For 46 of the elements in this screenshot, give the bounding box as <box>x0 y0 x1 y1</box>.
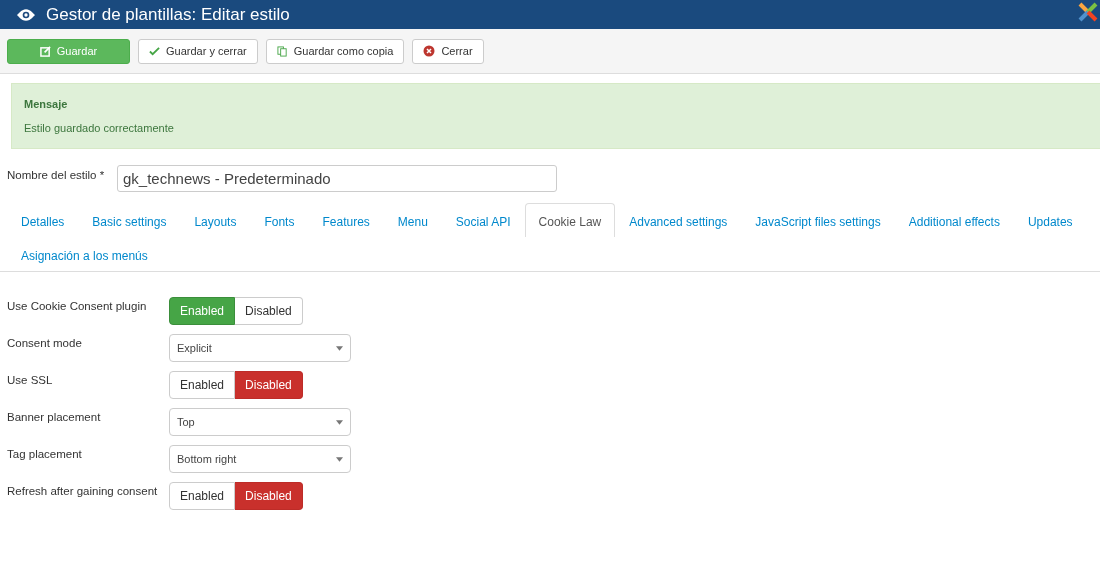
logo-icon <box>1076 0 1100 24</box>
field-label: Refresh after gaining consent <box>7 484 159 497</box>
field-label: Use Cookie Consent plugin <box>7 299 148 312</box>
field-label: Nombre del estilo * <box>7 168 106 181</box>
toggle-option[interactable]: Enabled <box>169 297 236 325</box>
select-field[interactable]: Top <box>169 408 351 436</box>
tab[interactable]: Asignación a los menús <box>7 237 162 271</box>
tab[interactable]: Fonts <box>250 203 309 237</box>
style-name-field[interactable]: gk_technews - Predeterminado <box>117 165 557 192</box>
toolbar-button[interactable]: Guardar <box>7 38 130 64</box>
toggle-option[interactable]: Disabled <box>235 482 303 510</box>
alert-heading: Mensaje <box>24 98 69 110</box>
caret-icon <box>336 456 343 462</box>
toolbar-button[interactable]: Guardar como copia <box>265 38 405 64</box>
tab[interactable]: Social API <box>441 203 525 237</box>
tab[interactable]: JavaScript files settings <box>741 203 895 237</box>
field-label: Banner placement <box>7 410 102 423</box>
edit-icon <box>39 45 51 57</box>
tab[interactable]: Updates <box>1013 203 1087 237</box>
tab[interactable]: Features <box>308 203 384 237</box>
field-label: Tag placement <box>7 447 83 460</box>
select-field[interactable]: Explicit <box>169 334 351 362</box>
tab[interactable]: Advanced settings <box>615 203 742 237</box>
caret-icon <box>336 345 343 351</box>
page-title: Gestor de plantillas: Editar estilo <box>46 4 290 25</box>
tab[interactable]: Cookie Law <box>524 203 616 237</box>
toggle-option[interactable]: Disabled <box>235 297 303 325</box>
close-icon <box>423 45 436 57</box>
toggle-option[interactable]: Enabled <box>169 482 236 510</box>
tab[interactable]: Additional effects <box>894 203 1014 237</box>
field-label: Use SSL <box>7 373 54 386</box>
tab[interactable]: Basic settings <box>78 203 181 237</box>
alert-text: Estilo guardado correctamente <box>24 122 175 134</box>
tab[interactable]: Layouts <box>180 203 251 237</box>
check-icon <box>149 45 160 57</box>
tab[interactable]: Detalles <box>7 203 79 237</box>
eye-icon <box>16 7 36 22</box>
toggle-option[interactable]: Disabled <box>235 371 303 399</box>
copy-icon <box>276 45 288 57</box>
caret-icon <box>336 419 343 425</box>
select-field[interactable]: Bottom right <box>169 445 351 473</box>
toolbar-button[interactable]: Guardar y cerrar <box>138 38 258 64</box>
toggle-option[interactable]: Enabled <box>169 371 236 399</box>
field-label: Consent mode <box>7 336 83 349</box>
tab[interactable]: Menu <box>383 203 442 237</box>
toolbar-button[interactable]: Cerrar <box>412 38 484 64</box>
